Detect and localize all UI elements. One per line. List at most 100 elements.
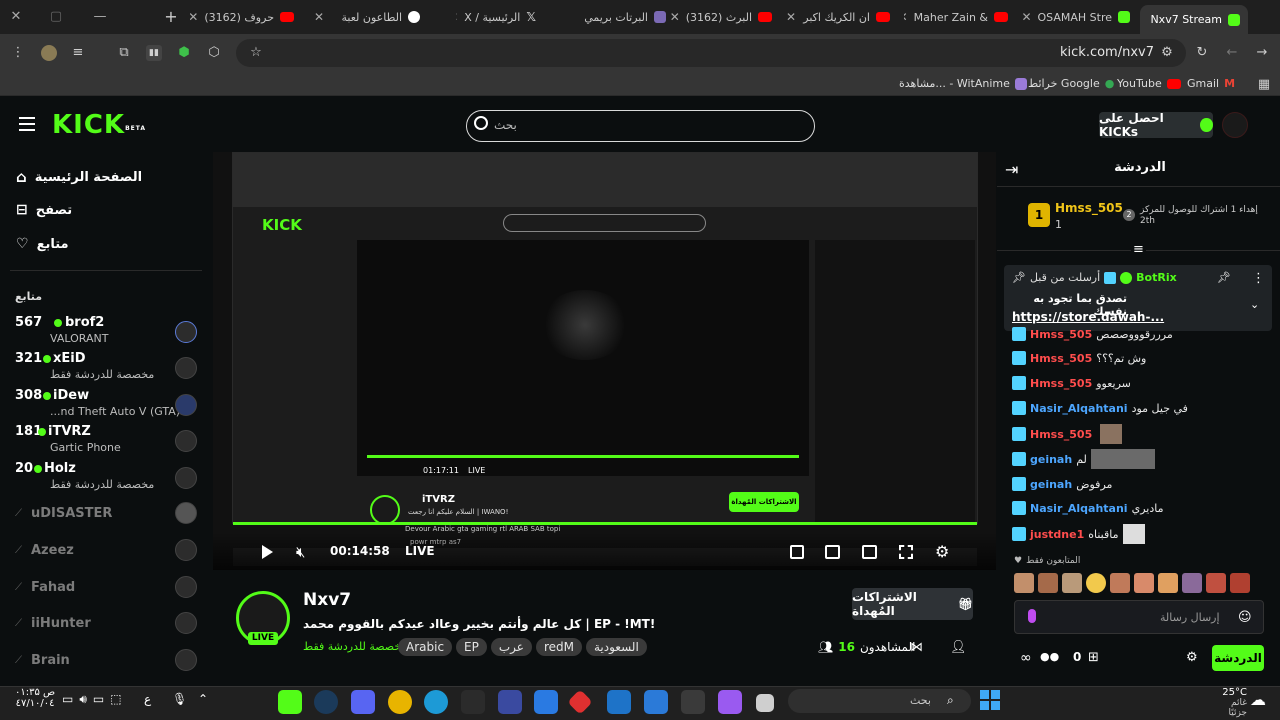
chat-username[interactable]: Hmss_505 — [1030, 352, 1092, 365]
close-window-icon[interactable]: ✕ — [8, 9, 24, 25]
unpin-icon[interactable]: 📌︎ — [1217, 271, 1231, 284]
theater-mode-icon[interactable] — [862, 545, 877, 559]
chat-username[interactable]: Hmss_505 — [1030, 428, 1092, 441]
gift-subs-button[interactable]: الاشتراكات المُهداة 🎁︎ — [852, 588, 973, 620]
back-icon[interactable]: → — [1254, 45, 1270, 61]
sidebar-channel-brof2[interactable]: 567 brof2 VALORANT — [15, 315, 205, 351]
tag-chip[interactable]: redM — [535, 638, 582, 656]
tab-9[interactable]: ✕ (3162) حروف — [190, 5, 298, 29]
kick-app-icon[interactable] — [278, 690, 302, 714]
follow-icon[interactable]: 👤︎ — [950, 640, 967, 655]
expand-pinned-icon[interactable]: ⌄ — [1250, 298, 1259, 311]
tab-1-active[interactable]: Nxv7 Stream — [1140, 5, 1248, 34]
sidebar-channel-xeid[interactable]: 321 xEiD مخصصة للدردشة فقط — [15, 351, 205, 387]
sidebar-channel-itvrz[interactable]: 181 iTVRZ Gartic Phone — [15, 424, 205, 460]
close-tab-icon[interactable]: ✕ — [314, 10, 324, 24]
start-button[interactable] — [980, 690, 1000, 710]
emote-icon[interactable] — [1086, 573, 1106, 593]
discord-icon[interactable] — [351, 690, 375, 714]
store-icon[interactable]: ⊞ — [1088, 650, 1099, 665]
chat-username[interactable]: Hmss_505 — [1030, 328, 1092, 341]
close-tab-icon[interactable]: ✕ — [190, 10, 198, 24]
store-app-icon[interactable] — [644, 690, 668, 714]
close-tab-icon[interactable]: ✕ — [670, 10, 680, 24]
app-icon[interactable] — [681, 690, 705, 714]
tab-4[interactable]: ✕ ان الكريك اكبر — [782, 5, 890, 29]
hamburger-menu-icon[interactable] — [19, 117, 35, 131]
taskbar-search[interactable] — [788, 689, 971, 713]
extensions-icon[interactable]: ⧉ — [116, 45, 132, 61]
bookmark-maps[interactable]: خرائط Google ● — [1028, 77, 1114, 90]
collapse-chat-icon[interactable]: ⇥ — [1005, 160, 1018, 179]
chat-input[interactable] — [1014, 600, 1264, 634]
emote-icon[interactable] — [1110, 573, 1130, 593]
system-tray-icons[interactable]: ▭🔊︎▭⬚ — [62, 692, 128, 707]
sidebar-channel-offline[interactable]: ⟋ Azeez — [15, 539, 205, 579]
app-icon[interactable] — [498, 690, 522, 714]
kick-logo[interactable]: KICKBETA — [52, 110, 146, 140]
epic-games-icon[interactable] — [461, 690, 485, 714]
tab-8[interactable]: ✕ الطاعون لعبة — [310, 5, 420, 29]
all-bookmarks-icon[interactable]: ▦ — [1256, 77, 1272, 93]
chrome-icon[interactable] — [388, 690, 412, 714]
search-input[interactable] — [466, 110, 815, 142]
extension-icon[interactable]: ▮▮ — [146, 45, 162, 61]
sidebar-channel-idew[interactable]: 308 iDew ...nd Theft Auto V (GTA) — [15, 388, 205, 424]
emote-icon[interactable] — [1062, 573, 1082, 593]
weather-widget[interactable]: 25°C غائم جزئيًا — [1215, 687, 1247, 718]
chat-settings-icon[interactable]: ⚙ — [1186, 650, 1198, 665]
steam-icon[interactable] — [314, 690, 338, 714]
sidebar-channel-offline[interactable]: ⟋ uDISASTER — [15, 502, 205, 542]
dots-icon[interactable]: ●● — [1040, 650, 1059, 663]
sidebar-item-following[interactable]: ♡ متابع — [16, 236, 69, 252]
leaderboard-user[interactable]: Hmss_505 — [1055, 201, 1123, 215]
bookmark-star-icon[interactable]: ☆ — [248, 45, 264, 61]
stream-category[interactable]: مخصصة للدردشة فقط — [303, 640, 407, 653]
close-tab-icon[interactable]: ✕ — [904, 10, 908, 24]
profile-avatar[interactable] — [41, 45, 57, 61]
tag-chip[interactable]: عرب — [490, 638, 532, 656]
chat-send-button[interactable]: الدردشة — [1212, 645, 1264, 671]
forward-icon[interactable]: ← — [1224, 45, 1240, 61]
new-tab-button[interactable]: + — [163, 9, 179, 25]
chat-username[interactable]: Nasir_Alqahtani — [1030, 502, 1128, 515]
sidebar-channel-offline[interactable]: ⟋ Fahad — [15, 576, 205, 616]
site-settings-icon[interactable]: ⚙ — [1159, 45, 1175, 61]
chat-username[interactable]: geinah — [1030, 453, 1072, 466]
app-icon[interactable] — [718, 690, 742, 714]
tag-chip[interactable]: Arabic — [398, 638, 453, 656]
dropbox-icon[interactable] — [534, 690, 558, 714]
chat-username[interactable]: Nasir_Alqahtani — [1030, 402, 1128, 415]
miniplayer-icon[interactable] — [825, 545, 840, 559]
shield-icon[interactable]: ⬡ — [206, 45, 222, 61]
address-bar[interactable] — [236, 39, 1186, 67]
get-kicks-button[interactable]: احصل على KICKs — [1099, 111, 1213, 139]
restore-icon[interactable]: ▢ — [48, 9, 64, 25]
shield-green-icon[interactable]: ⬢ — [176, 45, 192, 61]
tab-7[interactable]: ✕ X / الرئيسية 𝕏 — [456, 5, 536, 29]
clock[interactable]: ۰۱:۳۵ ص ٤٧/١٠/٠٤ — [15, 687, 55, 709]
close-tab-icon[interactable]: ✕ — [456, 10, 458, 24]
close-tab-icon[interactable]: ✕ — [1022, 10, 1032, 24]
menu-dots-icon[interactable]: ⋮ — [10, 45, 26, 61]
play-button[interactable] — [262, 545, 273, 559]
chat-username[interactable]: Hmss_505 — [1030, 377, 1092, 390]
tab-2[interactable]: ✕ OSAMAH Stre — [1022, 5, 1130, 29]
fullscreen-icon[interactable] — [899, 545, 913, 559]
user-avatar[interactable] — [1222, 112, 1248, 138]
emote-icon[interactable] — [1206, 573, 1226, 593]
bookmark-gmail[interactable]: Gmail M — [1187, 77, 1235, 90]
reload-icon[interactable]: ↻ — [1194, 45, 1210, 61]
minimize-icon[interactable]: — — [92, 9, 108, 25]
emote-icon[interactable] — [1230, 573, 1250, 593]
mic-tray-icon[interactable]: 🎙︎ — [172, 692, 187, 706]
sidebar-item-browse[interactable]: ⊟ تصفح — [16, 202, 72, 218]
close-tab-icon[interactable]: ✕ — [786, 10, 796, 24]
infinity-icon[interactable]: ∞ — [1020, 650, 1032, 666]
reading-list-icon[interactable]: ≡ — [70, 45, 86, 61]
pinned-link[interactable]: https://store.dawah-... — [1012, 310, 1164, 324]
emote-icon[interactable] — [1182, 573, 1202, 593]
clip-icon[interactable] — [790, 545, 804, 559]
streamer-name[interactable]: Nxv7 — [303, 590, 351, 610]
tab-6[interactable]: البرتات بريمي — [566, 5, 666, 29]
